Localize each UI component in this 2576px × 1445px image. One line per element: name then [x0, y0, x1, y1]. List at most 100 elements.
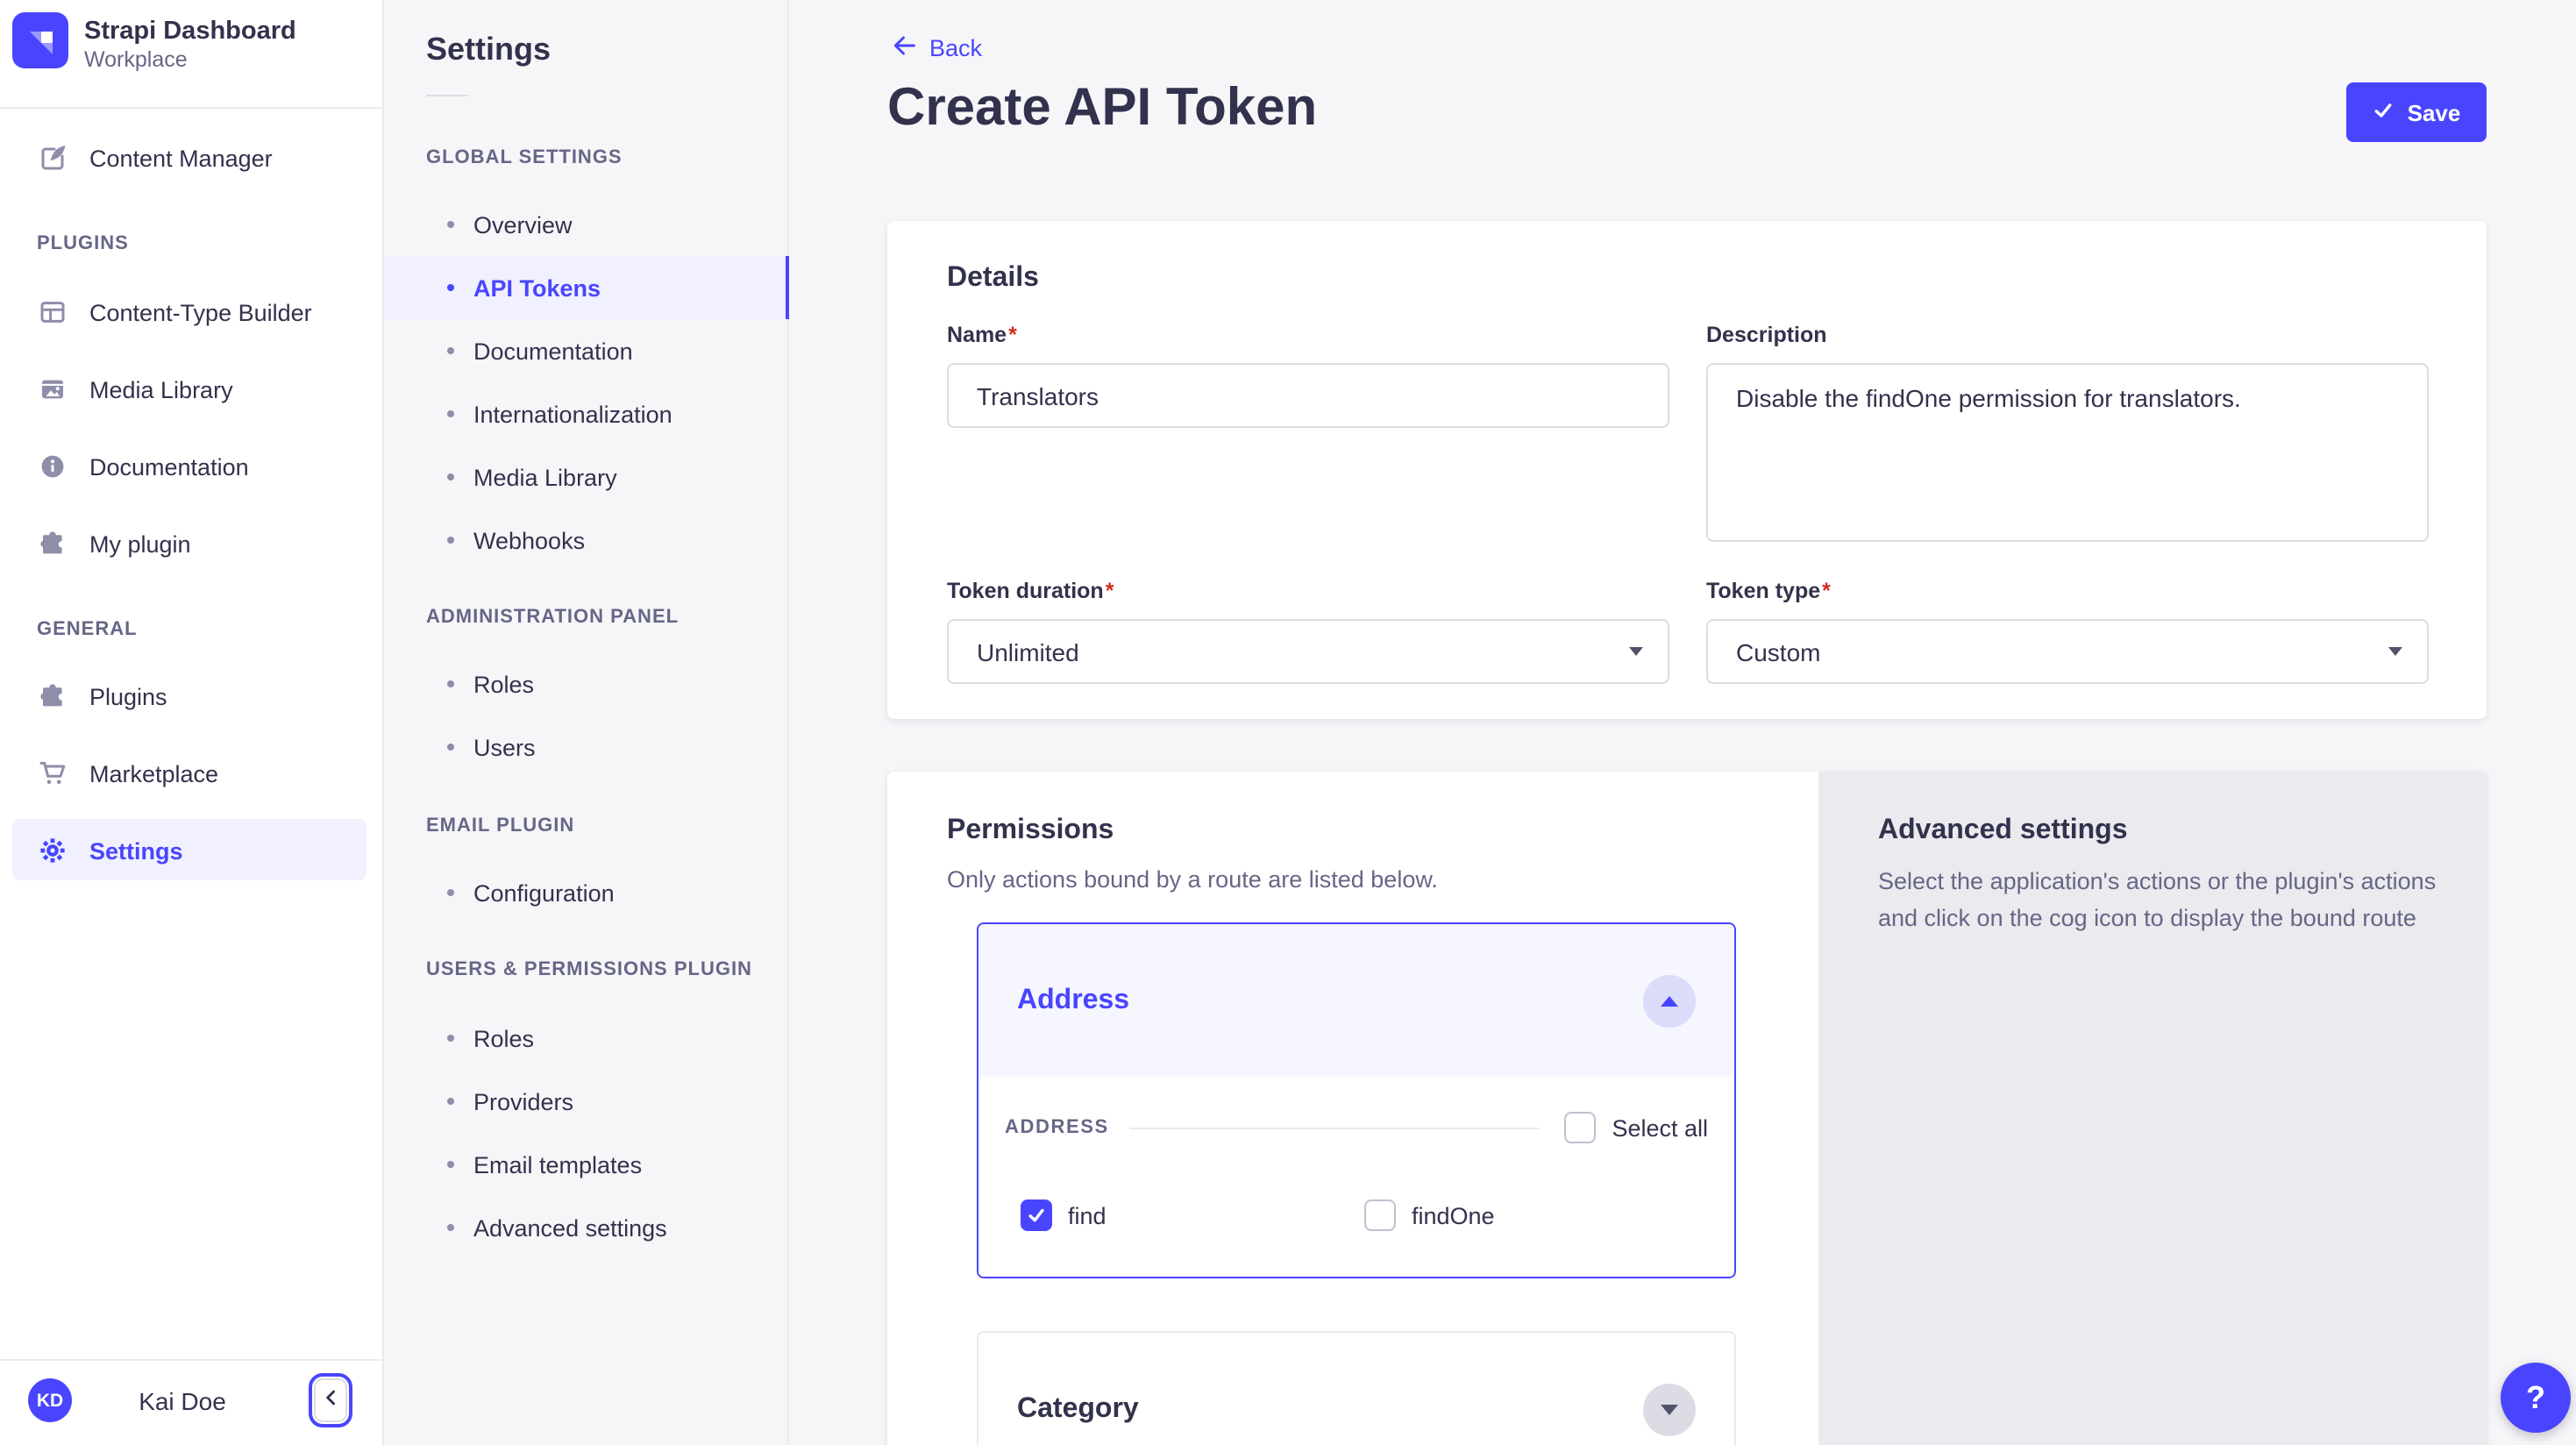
select-all-checkbox[interactable]	[1564, 1112, 1596, 1143]
sidebar-item-plugins[interactable]: Plugins	[0, 665, 384, 728]
bullet-icon	[447, 1035, 454, 1042]
plugins-section-header: PLUGINS	[37, 233, 129, 254]
chevron-up-icon	[1661, 995, 1678, 1006]
address-actions-row: find findOne	[1005, 1199, 1708, 1231]
settings-sidebar-title: Settings	[426, 32, 551, 68]
category-accordion-header[interactable]: Category	[978, 1333, 1734, 1445]
check-icon	[1026, 1205, 1047, 1226]
gear-icon	[39, 836, 67, 865]
strapi-admin-app: Strapi Dashboard Workplace Content Manag…	[0, 0, 2576, 1445]
settings-item-advanced-settings[interactable]: Advanced settings	[384, 1196, 789, 1259]
category-accordion-title: Category	[1017, 1393, 1139, 1425]
sidebar-item-label: My plugin	[89, 530, 191, 557]
image-icon	[39, 375, 67, 403]
info-icon	[39, 452, 67, 480]
user-name: Kai Doe	[70, 1387, 295, 1415]
find-label: find	[1068, 1202, 1107, 1228]
group-divider	[1130, 1127, 1541, 1128]
token-duration-field-group: Token duration* Unlimited	[947, 579, 1669, 684]
permissions-panel: Permissions Only actions bound by a rout…	[887, 772, 1818, 1445]
bullet-icon	[447, 410, 454, 417]
settings-item-up-roles[interactable]: Roles	[384, 1007, 789, 1070]
bullet-icon	[447, 680, 454, 687]
save-button[interactable]: Save	[2346, 82, 2487, 142]
name-label: Name*	[947, 323, 1669, 349]
settings-item-documentation[interactable]: Documentation	[384, 319, 789, 382]
token-type-field-group: Token type* Custom	[1706, 579, 2429, 684]
sidebar-item-label: Settings	[89, 837, 183, 864]
bullet-icon	[447, 1224, 454, 1231]
main-content: Back Create API Token Save Details Name*	[789, 0, 2576, 1445]
bullet-icon	[447, 744, 454, 751]
token-duration-label: Token duration*	[947, 579, 1669, 605]
check-icon	[2373, 99, 2394, 125]
back-link[interactable]: Back	[891, 33, 982, 63]
settings-item-admin-roles[interactable]: Roles	[384, 652, 789, 715]
email-plugin-header: EMAIL PLUGIN	[426, 815, 574, 836]
name-input[interactable]	[947, 363, 1669, 428]
details-card: Details Name* Description Disable the fi…	[887, 221, 2487, 719]
description-textarea[interactable]: Disable the findOne permission for trans…	[1706, 363, 2429, 542]
permission-action: find	[1021, 1199, 1364, 1231]
settings-item-email-templates[interactable]: Email templates	[384, 1133, 789, 1196]
find-checkbox[interactable]	[1021, 1199, 1052, 1231]
global-settings-header: GLOBAL SETTINGS	[426, 147, 623, 168]
general-section-header: GENERAL	[37, 619, 138, 640]
collapse-sidebar-button[interactable]	[309, 1373, 352, 1427]
bullet-icon	[447, 473, 454, 480]
sidebar-divider	[0, 107, 382, 109]
address-accordion-body: ADDRESS Select all	[978, 1077, 1734, 1277]
sidebar-item-media-library[interactable]: Media Library	[0, 358, 384, 421]
category-accordion: Category	[977, 1331, 1736, 1445]
page-title: Create API Token	[887, 79, 1317, 139]
findone-checkbox[interactable]	[1364, 1199, 1396, 1231]
settings-sidebar: Settings GLOBAL SETTINGS Overview API To…	[384, 0, 789, 1445]
settings-item-overview[interactable]: Overview	[384, 193, 789, 256]
sidebar-item-content-type-builder[interactable]: Content-Type Builder	[0, 281, 384, 344]
sidebar-item-label: Content Manager	[89, 145, 273, 171]
settings-item-providers[interactable]: Providers	[384, 1070, 789, 1133]
description-field-group: Description Disable the findOne permissi…	[1706, 323, 2429, 551]
sidebar-item-settings[interactable]: Settings	[0, 819, 384, 882]
settings-item-internationalization[interactable]: Internationalization	[384, 382, 789, 445]
sidebar-item-label: Media Library	[89, 376, 233, 402]
sidebar-item-label: Marketplace	[89, 760, 218, 787]
token-duration-select[interactable]: Unlimited	[947, 619, 1669, 684]
required-asterisk: *	[1008, 323, 1017, 347]
help-button[interactable]: ?	[2501, 1363, 2571, 1433]
brand[interactable]: Strapi Dashboard Workplace	[12, 12, 296, 77]
address-accordion-header[interactable]: Address	[978, 924, 1734, 1077]
settings-item-api-tokens[interactable]: API Tokens	[384, 256, 789, 319]
layout-icon	[39, 298, 67, 326]
avatar[interactable]: KD	[28, 1378, 72, 1422]
settings-item-configuration[interactable]: Configuration	[384, 861, 789, 924]
sidebar-item-label: Content-Type Builder	[89, 299, 312, 325]
description-label: Description	[1706, 323, 2429, 349]
advanced-settings-panel: Advanced settings Select the application…	[1818, 772, 2487, 1445]
permissions-subtitle: Only actions bound by a route are listed…	[947, 866, 1438, 893]
token-duration-value: Unlimited	[977, 637, 1079, 666]
sidebar-item-documentation[interactable]: Documentation	[0, 435, 384, 498]
token-type-select[interactable]: Custom	[1706, 619, 2429, 684]
sidebar-bottom-divider	[0, 1359, 382, 1361]
sidebar-item-my-plugin[interactable]: My plugin	[0, 512, 384, 575]
collapse-accordion-button[interactable]	[1643, 974, 1696, 1027]
puzzle-icon	[39, 530, 67, 558]
address-accordion-title: Address	[1017, 985, 1129, 1016]
token-type-label: Token type*	[1706, 579, 2429, 605]
strapi-logo-icon	[12, 12, 68, 77]
sidebar-item-label: Plugins	[89, 683, 167, 709]
required-asterisk: *	[1822, 579, 1831, 603]
expand-accordion-button[interactable]	[1643, 1383, 1696, 1435]
select-all-label: Select all	[1612, 1114, 1708, 1141]
collapse-button-inner-ring	[314, 1378, 347, 1422]
pen-icon	[39, 144, 67, 172]
settings-item-webhooks[interactable]: Webhooks	[384, 509, 789, 572]
administration-panel-header: ADMINISTRATION PANEL	[426, 607, 679, 628]
sidebar-item-marketplace[interactable]: Marketplace	[0, 742, 384, 805]
settings-item-admin-users[interactable]: Users	[384, 715, 789, 779]
sidebar-item-content-manager[interactable]: Content Manager	[0, 126, 384, 189]
token-type-value: Custom	[1736, 637, 1820, 666]
bullet-icon	[447, 284, 454, 291]
settings-item-media-library[interactable]: Media Library	[384, 445, 789, 509]
